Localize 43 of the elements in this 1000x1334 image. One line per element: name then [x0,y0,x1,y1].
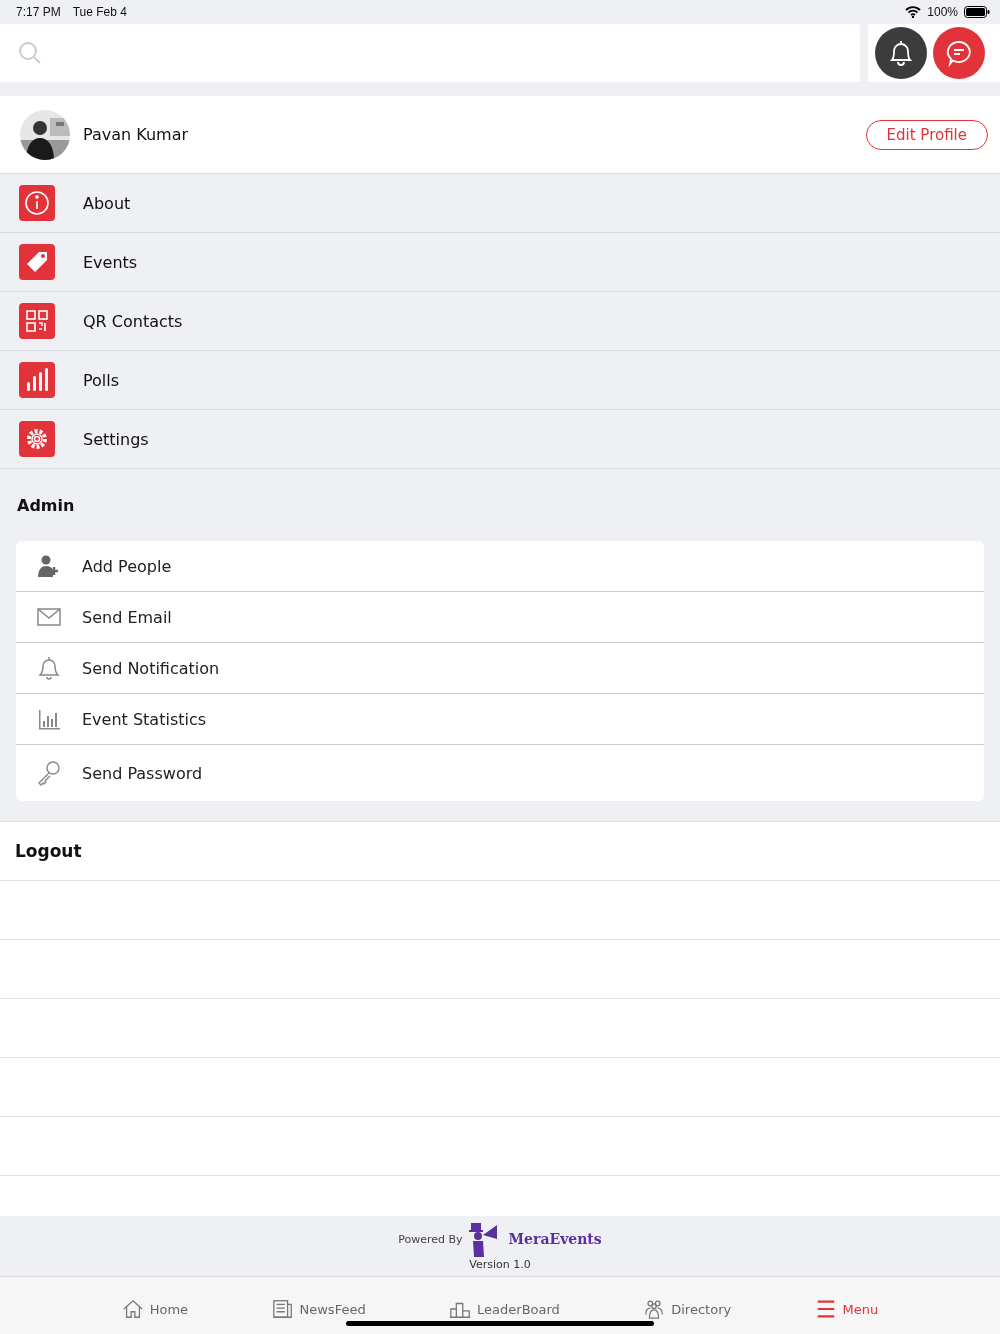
gear-icon [19,421,55,457]
brand-name: MeraEvents [508,1231,602,1247]
battery-percent: 100% [927,5,958,19]
edit-profile-button[interactable]: Edit Profile [865,119,988,150]
home-icon [121,1298,144,1320]
menu-item[interactable]: QR Contacts [0,292,1000,351]
admin-item[interactable]: Send Notification [16,643,984,694]
admin-item[interactable]: Event Statistics [16,694,984,745]
battery-icon [964,6,990,18]
tab[interactable]: NewsFeed [271,1298,366,1320]
bell-icon [36,655,62,681]
people-icon [643,1298,666,1320]
menu-item[interactable]: Polls [0,351,1000,410]
key-icon [36,760,62,786]
admin-item[interactable]: Send Email [16,592,984,643]
search-field[interactable] [0,24,860,82]
logout-link[interactable]: Logout [15,841,82,861]
menu-item[interactable]: About [0,174,1000,233]
menu-item[interactable]: Settings [0,410,1000,469]
wifi-icon [905,6,922,18]
powered-by-text: Powered By [398,1232,463,1246]
tab[interactable]: Home [121,1298,189,1320]
bell-icon [888,39,914,67]
status-date: Tue Feb 4 [72,5,127,19]
admin-item[interactable]: Add People [16,541,984,592]
status-time: 7:17 PM [16,5,61,19]
profile-name: Pavan Kumar [83,125,190,144]
menu-item[interactable]: Events [0,233,1000,292]
notifications-button[interactable] [875,27,927,79]
tab[interactable]: LeaderBoard [449,1298,560,1320]
admin-item[interactable]: Send Password [16,745,984,801]
tag-icon [19,244,55,280]
tab[interactable]: Directory [643,1298,732,1320]
qr-code-icon [19,303,55,339]
bar-chart-icon [19,362,55,398]
newspaper-icon [271,1298,294,1320]
tab[interactable]: Menu [814,1298,879,1320]
section-heading: Admin [16,494,76,517]
search-icon [18,41,42,65]
chat-icon [945,39,973,67]
version-text: Version 1.0 [469,1258,531,1271]
chat-button[interactable] [933,27,985,79]
info-icon [19,185,55,221]
